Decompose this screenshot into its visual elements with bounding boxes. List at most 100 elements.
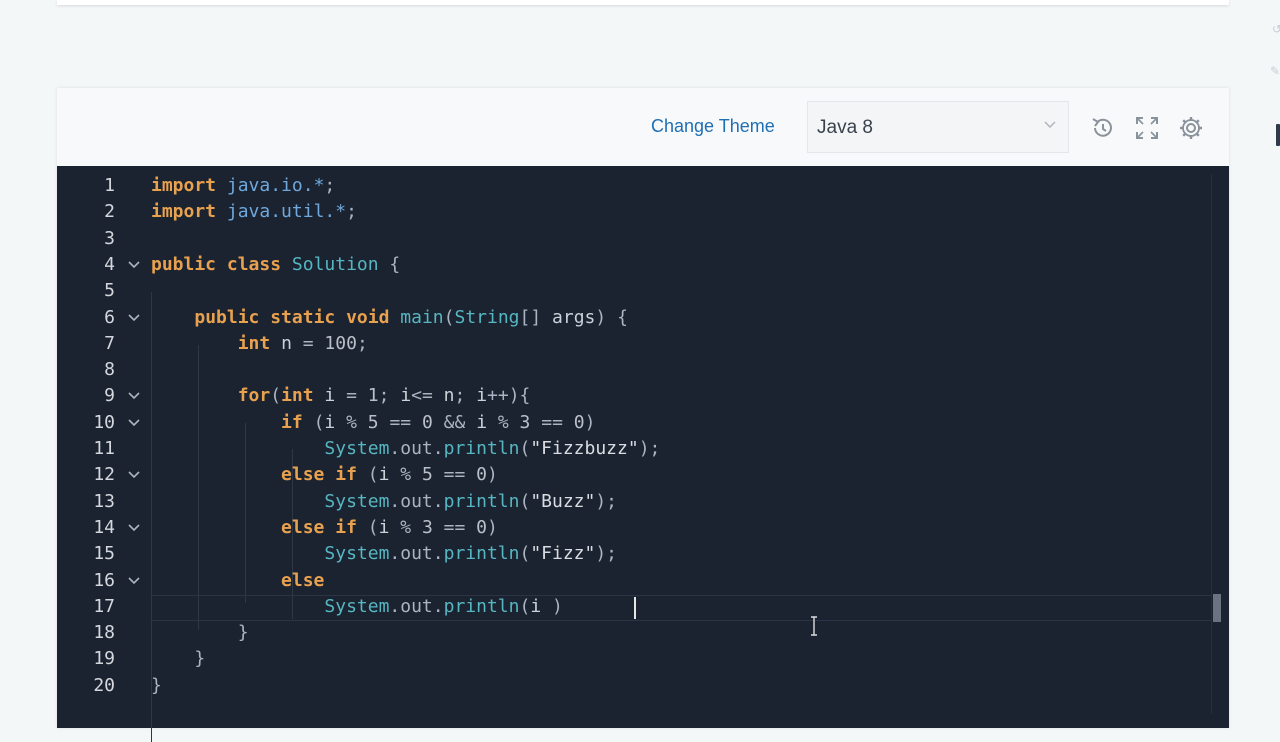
code-line: else if (i % 3 == 0): [151, 515, 498, 541]
code-line: public static void main(String[] args) {: [151, 305, 628, 331]
line-number: 12: [93, 464, 115, 486]
code-token: (: [519, 490, 531, 512]
code-token: ): [541, 595, 563, 617]
code-token: }: [151, 622, 249, 644]
code-token: %: [335, 411, 368, 433]
text-cursor: [634, 597, 636, 619]
code-token: {: [378, 253, 401, 275]
code-token: ;: [454, 385, 477, 407]
code-token: ==: [432, 516, 477, 538]
code-token: ++){: [487, 385, 531, 407]
code-token: ): [487, 516, 498, 538]
code-token: ;: [378, 385, 401, 407]
chevron-down-icon: [1044, 121, 1056, 129]
code-token: }: [151, 648, 206, 670]
line-number: 8: [104, 359, 115, 381]
code-area[interactable]: 1 import java.io.*; 2 import java.util.*; 3 4…: [57, 166, 1230, 742]
code-token: i: [476, 411, 488, 433]
code-token: System: [324, 438, 390, 459]
fullscreen-icon[interactable]: [1133, 114, 1161, 142]
settings-icon[interactable]: [1177, 114, 1205, 142]
code-token: i: [378, 516, 390, 538]
code-token: 0: [421, 411, 433, 433]
code-token: String: [454, 306, 520, 328]
code-token: );: [638, 438, 661, 459]
code-token: int: [281, 385, 314, 407]
fold-chevron-icon[interactable]: [127, 515, 141, 541]
line-number: 4: [104, 253, 115, 275]
line-number: 2: [104, 201, 115, 223]
code-token: "Fizz": [530, 543, 596, 565]
code-line: }: [151, 620, 249, 646]
code-token: java.util.*: [226, 201, 347, 223]
fold-chevron-icon[interactable]: [127, 462, 141, 488]
side-tab-icon[interactable]: [1276, 124, 1280, 146]
fold-chevron-icon[interactable]: [127, 410, 141, 436]
code-line: if (i % 5 == 0 && i % 3 == 0): [151, 410, 595, 436]
code-line: for(int i = 1; i<= n; i++){: [151, 383, 531, 409]
code-token: &&: [432, 411, 477, 433]
code-token: .out.: [389, 490, 444, 512]
fold-chevron-icon[interactable]: [127, 305, 141, 331]
code-line: System.out.println("Buzz");: [151, 489, 617, 515]
code-token: i: [476, 385, 488, 407]
code-token: i: [378, 464, 390, 486]
vertical-scrollbar[interactable]: [1211, 174, 1230, 714]
edit-icon[interactable]: ✎: [1270, 64, 1280, 78]
code-token: (: [302, 411, 325, 433]
code-token: <=: [411, 385, 444, 407]
code-token: i: [530, 595, 542, 617]
code-token: (: [356, 516, 379, 538]
line-number: 7: [104, 332, 115, 354]
code-token: int: [237, 332, 271, 354]
code-line: public class Solution {: [151, 252, 400, 278]
line-number: 16: [93, 569, 115, 591]
code-token: import: [151, 175, 217, 196]
fold-chevron-icon[interactable]: [127, 252, 141, 278]
line-number: 1: [104, 175, 115, 196]
fold-chevron-icon[interactable]: [127, 568, 141, 594]
scrollbar-thumb[interactable]: [1213, 594, 1221, 622]
code-token: 0: [476, 464, 487, 486]
code-token: ;: [324, 175, 336, 196]
code-token: 0: [476, 516, 487, 538]
code-token: ==: [432, 464, 477, 486]
code-token: (: [519, 438, 531, 459]
change-theme-link[interactable]: Change Theme: [651, 116, 775, 137]
code-token: n: [443, 385, 455, 407]
reset-history-icon[interactable]: [1089, 114, 1117, 142]
code-token: 0: [573, 411, 585, 433]
code-token: );: [595, 490, 618, 512]
code-token: println: [443, 543, 520, 565]
code-token: n: [281, 332, 292, 354]
refresh-icon[interactable]: ↺: [1272, 22, 1280, 36]
code-token: .out.: [389, 438, 444, 459]
code-token: public class: [151, 253, 282, 275]
fold-chevron-icon[interactable]: [127, 383, 141, 409]
code-token: ;: [346, 201, 357, 223]
code-token: else: [281, 569, 325, 591]
code-token: println: [443, 490, 520, 512]
code-token: (: [519, 595, 531, 617]
code-token: args: [552, 306, 596, 328]
code-token: ==: [530, 411, 574, 433]
language-select[interactable]: Java 8: [807, 101, 1069, 153]
code-line: import java.io.*;: [151, 173, 335, 199]
line-number: 11: [93, 438, 115, 459]
code-line: }: [151, 673, 162, 699]
line-number: 10: [93, 411, 115, 433]
code-token: main: [400, 306, 444, 328]
line-number: 15: [93, 543, 115, 565]
code-editor-panel: Change Theme Java 8 1 import java.io.*; …: [57, 88, 1230, 742]
